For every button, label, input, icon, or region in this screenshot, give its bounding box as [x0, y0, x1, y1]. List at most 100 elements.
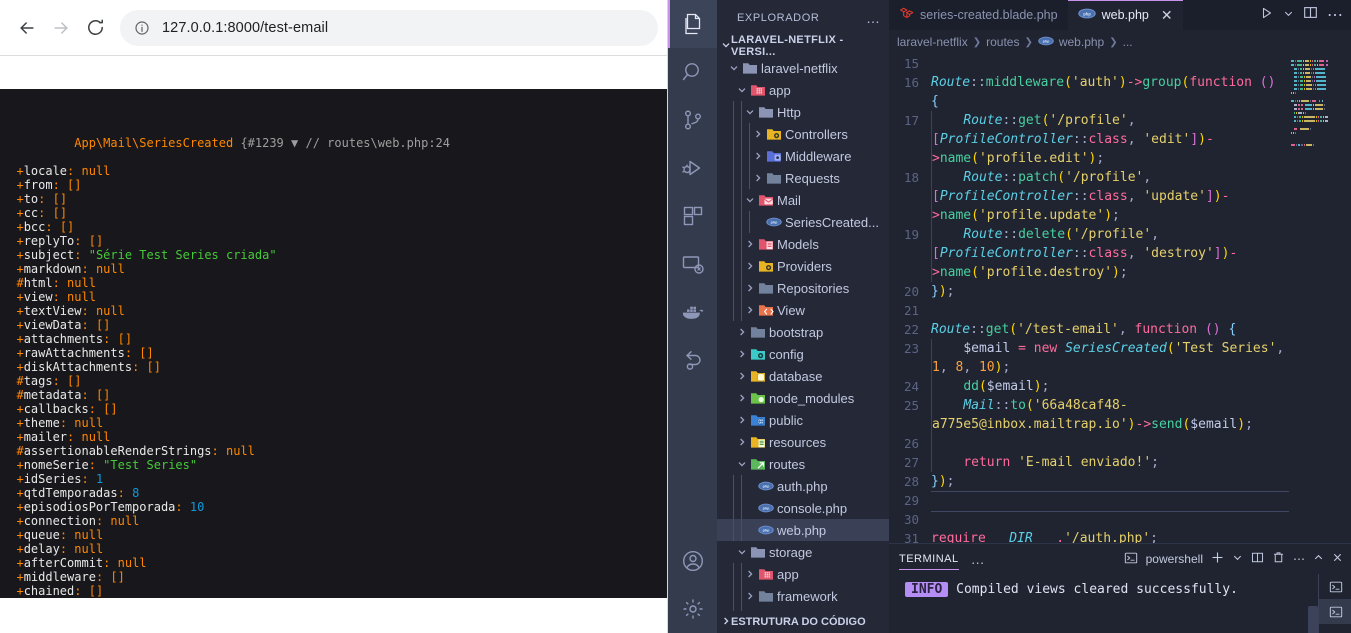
- terminal-output[interactable]: INFO Compiled views cleared successfully…: [889, 574, 1351, 633]
- code-line[interactable]: 30: [889, 510, 1289, 529]
- panel-more-icon[interactable]: …: [971, 551, 986, 567]
- forward-button[interactable]: [44, 11, 78, 45]
- folder-item-app[interactable]: app: [717, 79, 889, 101]
- explorer-more-icon[interactable]: …: [866, 10, 881, 26]
- folder-item-app[interactable]: app: [717, 563, 889, 585]
- close-icon[interactable]: ✕: [1161, 8, 1173, 22]
- code-line[interactable]: 31 require __DIR__ .'/auth.php';: [889, 529, 1289, 543]
- chevron-right-icon[interactable]: [751, 173, 765, 183]
- chevron-right-icon[interactable]: [743, 569, 757, 579]
- tab-terminal[interactable]: TERMINAL: [899, 553, 959, 570]
- breadcrumb-item-project[interactable]: laravel-netflix: [897, 35, 968, 49]
- code-line[interactable]: 15: [889, 54, 1289, 73]
- code-line[interactable]: 16 Route::middleware('auth')->group(funct…: [889, 73, 1289, 111]
- chevron-down-icon[interactable]: [727, 63, 741, 73]
- kill-terminal-icon[interactable]: [1272, 551, 1285, 567]
- run-icon[interactable]: [1260, 6, 1274, 25]
- folder-item-requests[interactable]: Requests: [717, 167, 889, 189]
- chevron-right-icon[interactable]: [751, 151, 765, 161]
- remote-explorer-icon[interactable]: [668, 240, 717, 288]
- back-button[interactable]: [10, 11, 44, 45]
- settings-gear-icon[interactable]: [668, 585, 717, 633]
- folder-item-bootstrap[interactable]: bootstrap: [717, 321, 889, 343]
- code-line[interactable]: 24 dd($email);: [889, 377, 1289, 396]
- folder-item-mail[interactable]: Mail: [717, 189, 889, 211]
- source-control-icon[interactable]: [668, 96, 717, 144]
- folder-item-node-modules[interactable]: node_modules: [717, 387, 889, 409]
- split-terminal-icon[interactable]: [1251, 551, 1264, 567]
- search-icon[interactable]: [668, 48, 717, 96]
- reload-button[interactable]: [78, 11, 112, 45]
- folder-item-middleware[interactable]: Middleware: [717, 145, 889, 167]
- chevron-right-icon[interactable]: [743, 283, 757, 293]
- split-editor-icon[interactable]: [1303, 5, 1318, 25]
- account-icon[interactable]: [668, 537, 717, 585]
- terminal-tab-icon[interactable]: [1319, 574, 1351, 599]
- chevron-down-icon[interactable]: [735, 85, 749, 95]
- editor-minimap[interactable]: [1289, 54, 1337, 543]
- chevron-down-icon[interactable]: [1283, 6, 1294, 24]
- chevron-down-icon[interactable]: [721, 40, 731, 53]
- folder-item-models[interactable]: Models: [717, 233, 889, 255]
- terminal-scrollbar[interactable]: [1308, 606, 1318, 633]
- more-actions-icon[interactable]: ⋯: [1327, 5, 1343, 25]
- chevron-right-icon[interactable]: [743, 261, 757, 271]
- code-line[interactable]: 23 $email = new SeriesCreated('Test Seri…: [889, 339, 1289, 377]
- code-line[interactable]: 26: [889, 434, 1289, 453]
- code-line[interactable]: 29: [889, 491, 1289, 512]
- chevron-right-icon[interactable]: [743, 239, 757, 249]
- file-item-web-php[interactable]: php web.php: [717, 519, 889, 541]
- code-line[interactable]: 21: [889, 301, 1289, 320]
- chevron-right-icon[interactable]: [735, 437, 749, 447]
- breadcrumb-item-file[interactable]: web.php: [1059, 35, 1104, 49]
- file-item-auth-php[interactable]: php auth.php: [717, 475, 889, 497]
- folder-item-controllers[interactable]: Controllers: [717, 123, 889, 145]
- chevron-right-icon[interactable]: [743, 305, 757, 315]
- chevron-right-icon[interactable]: [721, 616, 731, 629]
- terminal-shell-name[interactable]: powershell: [1146, 552, 1203, 566]
- code-line[interactable]: 22 Route::get('/test-email', function () …: [889, 320, 1289, 339]
- code-structure-section[interactable]: ESTRUTURA DO CÓDIGO: [717, 611, 889, 633]
- editor-scrollbar[interactable]: [1337, 54, 1351, 543]
- new-terminal-icon[interactable]: [1211, 551, 1224, 567]
- folder-item-framework[interactable]: framework: [717, 585, 889, 607]
- folder-item-laravel-netflix[interactable]: laravel-netflix: [717, 57, 889, 79]
- views-and-more-icon[interactable]: ⋯: [1293, 552, 1305, 566]
- file-item-console-php[interactable]: php console.php: [717, 497, 889, 519]
- chevron-right-icon[interactable]: [743, 591, 757, 601]
- file-item-seriescreated[interactable]: php SeriesCreated...: [717, 211, 889, 233]
- code-line[interactable]: 19 Route::delete('/profile', [ProfileCon…: [889, 225, 1289, 282]
- chevron-down-icon[interactable]: [735, 459, 749, 469]
- run-debug-icon[interactable]: [668, 144, 717, 192]
- code-line[interactable]: 20});: [889, 282, 1289, 301]
- folder-item-database[interactable]: database: [717, 365, 889, 387]
- chevron-right-icon[interactable]: [751, 129, 765, 139]
- folder-item-http[interactable]: Http: [717, 101, 889, 123]
- folder-item-view[interactable]: View: [717, 299, 889, 321]
- chevron-right-icon[interactable]: [735, 415, 749, 425]
- chevron-down-icon[interactable]: [743, 195, 757, 205]
- code-lines[interactable]: 15 16 Route::middleware('auth')->group(fu…: [889, 54, 1289, 543]
- terminal-tab-icon[interactable]: [1319, 599, 1351, 624]
- tab-series-created-blade[interactable]: series-created.blade.php: [889, 0, 1068, 30]
- code-line[interactable]: 17 Route::get('/profile', [ProfileContro…: [889, 111, 1289, 168]
- share-icon[interactable]: [668, 336, 717, 384]
- folder-item-public[interactable]: public: [717, 409, 889, 431]
- chevron-right-icon[interactable]: [735, 371, 749, 381]
- breadcrumb-item-symbol[interactable]: ...: [1123, 35, 1133, 49]
- site-info-icon[interactable]: [134, 20, 150, 36]
- maximize-panel-icon[interactable]: [1313, 552, 1324, 566]
- address-bar[interactable]: 127.0.0.1:8000/test-email: [120, 9, 658, 46]
- code-editor[interactable]: 15 16 Route::middleware('auth')->group(fu…: [889, 54, 1351, 543]
- tab-web-php[interactable]: php web.php ✕: [1067, 0, 1183, 30]
- code-line[interactable]: 28});: [889, 472, 1289, 491]
- chevron-down-icon[interactable]: [735, 547, 749, 557]
- code-line[interactable]: 18 Route::patch('/profile', [ProfileCont…: [889, 168, 1289, 225]
- explorer-icon[interactable]: [668, 0, 717, 48]
- code-line[interactable]: 27 return 'E-mail enviado!';: [889, 453, 1289, 472]
- folder-item-routes[interactable]: routes: [717, 453, 889, 475]
- folder-item-providers[interactable]: Providers: [717, 255, 889, 277]
- chevron-right-icon[interactable]: [735, 349, 749, 359]
- extensions-icon[interactable]: [668, 192, 717, 240]
- explorer-root-folder[interactable]: LARAVEL-NETFLIX - VERSI...: [717, 34, 889, 58]
